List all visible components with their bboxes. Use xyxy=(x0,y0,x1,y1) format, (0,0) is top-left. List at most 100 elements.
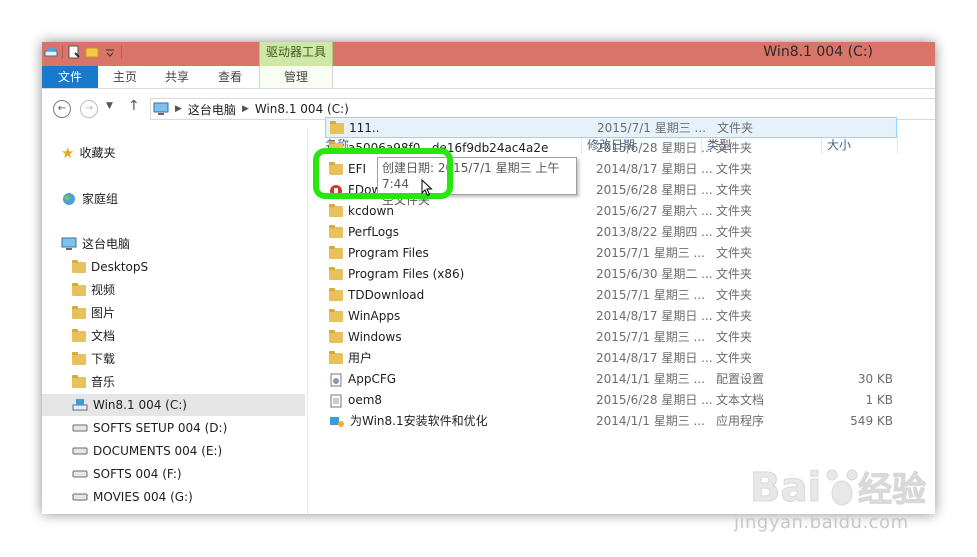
folder-icon xyxy=(330,121,344,134)
tab-manage[interactable]: 管理 xyxy=(259,66,333,88)
forward-button[interactable]: → xyxy=(80,100,98,118)
nav-item-drive-d[interactable]: SOFTS SETUP 004 (D:) xyxy=(72,417,227,439)
folder-icon xyxy=(329,330,343,343)
properties-icon[interactable] xyxy=(67,45,81,59)
file-type-cell: 文件夹 xyxy=(716,204,753,218)
file-row[interactable]: 111.. 2015/7/1 星期三 ... 文件夹 xyxy=(325,117,897,138)
file-size-cell: 1 KB xyxy=(865,393,893,407)
file-date-cell: 2014/8/17 星期日 ... xyxy=(596,309,713,323)
file-date-cell: 2015/7/1 星期三 ... xyxy=(596,330,705,344)
file-type-cell: 应用程序 xyxy=(716,414,765,428)
baidu-watermark-logo: Bai 经验 xyxy=(750,465,927,512)
file-size-cell: 30 KB xyxy=(857,372,893,386)
nav-item-documents[interactable]: 文档 xyxy=(72,325,115,347)
file-row[interactable]: PerfLogs 2013/8/22 星期四 ... 文件夹 xyxy=(325,222,897,243)
file-row[interactable]: oem8 2015/6/28 星期日 ... 文本文档 1 KB xyxy=(325,390,897,411)
file-date-cell: 2014/1/1 星期三 ... xyxy=(596,372,705,386)
file-name-label: Windows xyxy=(348,330,402,344)
file-date-cell: 2015/7/1 星期三 ... xyxy=(596,246,705,260)
file-name-cell: 111.. xyxy=(330,118,585,139)
computer-icon xyxy=(153,102,169,115)
file-name-cell: PerfLogs xyxy=(329,222,584,243)
file-name-cell: AppCFG xyxy=(329,369,584,390)
watermark-url: jingyan.baidu.com xyxy=(734,512,909,533)
tab-home[interactable]: 主页 xyxy=(100,66,150,88)
text-file-icon xyxy=(329,394,343,408)
file-name-cell: Program Files (x86) xyxy=(329,264,584,285)
file-type-cell: 配置设置 xyxy=(716,372,765,386)
title-bar: 驱动器工具 Win8.1 004 (C:) xyxy=(42,42,935,66)
file-name-cell: 为Win8.1安装软件和优化 xyxy=(329,411,584,432)
file-date-cell: 2015/6/28 星期日 ... xyxy=(596,393,713,407)
documents-folder-icon xyxy=(72,328,86,342)
recent-locations-chevron-icon[interactable]: ▼ xyxy=(106,101,113,111)
window-title: Win8.1 004 (C:) xyxy=(763,44,873,60)
file-type-cell: 文件夹 xyxy=(716,225,753,239)
quick-access-toolbar xyxy=(44,45,122,59)
column-separator[interactable] xyxy=(897,134,898,154)
svg-text:经验: 经验 xyxy=(858,470,926,510)
file-date-cell: 2015/7/1 星期三 ... xyxy=(596,288,705,302)
file-name-cell: WinApps xyxy=(329,306,584,327)
nav-this-pc[interactable]: 这台电脑 xyxy=(61,233,130,255)
nav-favorites[interactable]: ★ 收藏夹 xyxy=(61,142,115,164)
file-row[interactable]: 用户 2014/8/17 星期日 ... 文件夹 xyxy=(325,348,897,369)
qat-dropdown-icon[interactable] xyxy=(103,45,117,59)
file-name-label: PerfLogs xyxy=(348,225,400,239)
file-row[interactable]: TDDownload 2015/7/1 星期三 ... 文件夹 xyxy=(325,285,897,306)
file-row[interactable]: WinApps 2014/8/17 星期日 ... 文件夹 xyxy=(325,306,897,327)
mouse-cursor-icon xyxy=(421,179,433,197)
file-date-cell: 2015/6/28 星期日 ... xyxy=(596,183,713,197)
tab-file[interactable]: 文件 xyxy=(42,66,98,88)
folder-icon xyxy=(329,225,343,238)
downloads-folder-icon xyxy=(72,351,86,365)
nav-item-downloads[interactable]: 下载 xyxy=(72,348,115,370)
nav-item-desktops[interactable]: DesktopS xyxy=(72,256,148,278)
file-name-cell: 用户 xyxy=(329,348,584,369)
drive-icon xyxy=(72,493,88,501)
nav-item-pictures[interactable]: 图片 xyxy=(72,302,115,324)
tab-view[interactable]: 查看 xyxy=(205,66,255,88)
nav-item-music[interactable]: 音乐 xyxy=(72,371,115,393)
file-type-cell: 文件夹 xyxy=(716,162,753,176)
folder-icon xyxy=(329,267,343,280)
file-row[interactable]: 为Win8.1安装软件和优化 2014/1/1 星期三 ... 应用程序 549 KB xyxy=(325,411,897,432)
config-file-icon xyxy=(329,373,343,387)
up-button[interactable]: ↑ xyxy=(128,98,140,114)
file-name-cell: TDDownload xyxy=(329,285,584,306)
folder-icon xyxy=(329,309,343,322)
file-name-label: AppCFG xyxy=(348,372,397,386)
nav-item-videos[interactable]: 视频 xyxy=(72,279,115,301)
tab-share[interactable]: 共享 xyxy=(152,66,202,88)
folder-icon xyxy=(329,204,343,217)
file-date-cell: 2014/1/1 星期三 ... xyxy=(596,414,705,428)
file-row[interactable]: Program Files (x86) 2015/6/30 星期二 ... 文件夹 xyxy=(325,264,897,285)
breadcrumb-this-pc[interactable]: 这台电脑 xyxy=(188,101,236,118)
new-folder-icon[interactable] xyxy=(85,45,99,59)
breadcrumb-separator-icon: ▶ xyxy=(175,104,182,114)
file-name-label: oem8 xyxy=(348,393,383,407)
file-type-cell: 文件夹 xyxy=(716,267,753,281)
file-name-label: 用户 xyxy=(348,351,373,365)
file-date-cell: 2015/6/27 星期六 ... xyxy=(596,204,713,218)
file-type-cell: 文件夹 xyxy=(716,246,753,260)
nav-item-drive-e[interactable]: DOCUMENTS 004 (E:) xyxy=(72,440,222,462)
nav-item-drive-g[interactable]: MOVIES 004 (G:) xyxy=(72,486,193,508)
svg-text:Bai: Bai xyxy=(750,465,821,511)
back-button[interactable]: ← xyxy=(53,100,71,118)
folder-icon xyxy=(329,351,343,364)
back-arrow-icon: ← xyxy=(57,103,67,114)
file-row[interactable]: Program Files 2015/7/1 星期三 ... 文件夹 xyxy=(325,243,897,264)
computer-icon xyxy=(61,237,77,250)
nav-item-drive-c[interactable]: Win8.1 004 (C:) xyxy=(42,394,305,416)
nav-homegroup[interactable]: 家庭组 xyxy=(61,188,118,210)
file-name-label: Program Files xyxy=(348,246,429,260)
file-date-cell: 2014/8/17 星期日 ... xyxy=(596,162,713,176)
drive-icon[interactable] xyxy=(44,45,58,59)
file-row[interactable]: AppCFG 2014/1/1 星期三 ... 配置设置 30 KB xyxy=(325,369,897,390)
breadcrumb-drive-c[interactable]: Win8.1 004 (C:) xyxy=(255,102,349,116)
explorer-window: 驱动器工具 Win8.1 004 (C:) 文件 主页 共享 查看 管理 ← →… xyxy=(42,42,935,514)
drive-icon xyxy=(72,447,88,455)
file-row[interactable]: Windows 2015/7/1 星期三 ... 文件夹 xyxy=(325,327,897,348)
nav-item-drive-f[interactable]: SOFTS 004 (F:) xyxy=(72,463,182,485)
